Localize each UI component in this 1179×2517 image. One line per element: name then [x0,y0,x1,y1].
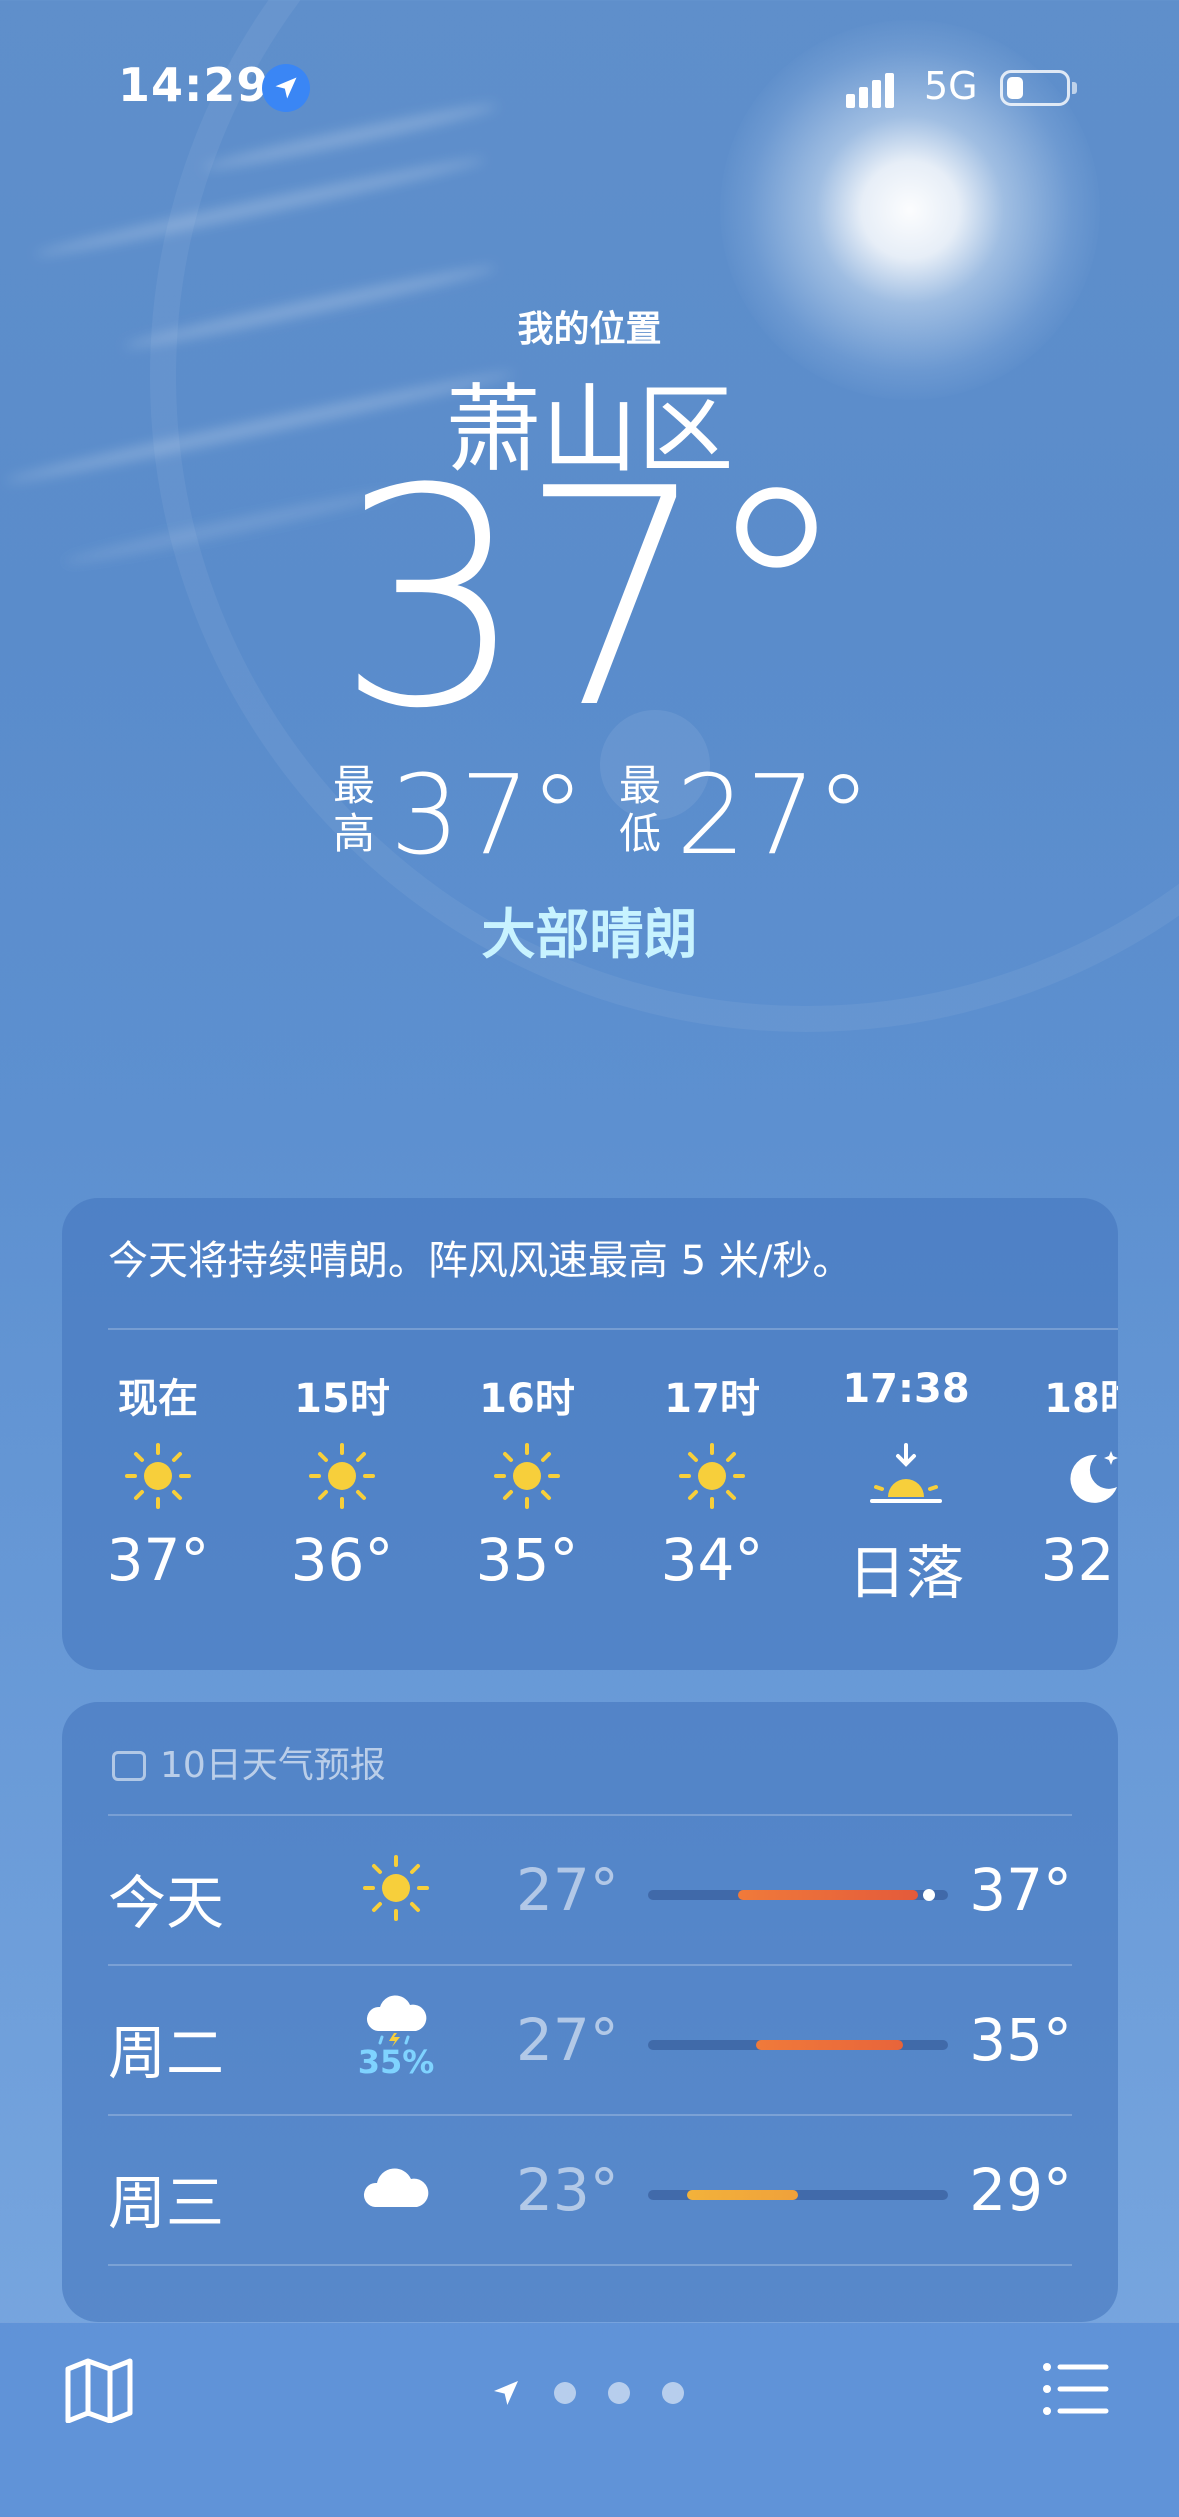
network-type: 5G [924,64,978,108]
forecast-low: 23° [516,2156,619,2224]
temperature-range-fill [756,2040,903,2050]
cloud-icon [336,2138,456,2238]
moon-stars-icon [1012,1426,1118,1526]
forecast-low: 27° [516,2006,619,2074]
sunset-icon [826,1426,986,1526]
temperature-range-bar [648,2190,948,2200]
ten-day-forecast-card[interactable]: 10日天气预报 今天 27° 37° 周二 35% 27° 35° 周三 23° [62,1702,1118,2322]
status-bar: 14:29 5G [0,58,1179,118]
temperature-range-bar [648,1889,948,1901]
page-dot[interactable] [608,2382,630,2404]
calendar-icon [112,1751,146,1781]
location-page-icon[interactable] [490,2377,522,2409]
low-temperature: 27° [676,751,871,879]
temperature-range-fill [738,1890,918,1900]
hourly-forecast-card[interactable]: 今天将持续晴朗。阵风风速最高 5 米/秒。 现在 37° 15时 36° 16时… [62,1198,1118,1670]
weather-summary: 今天将持续晴朗。阵风风速最高 5 米/秒。 [108,1238,853,1284]
forecast-row[interactable]: 周二 35% 27° 35° [108,1966,1072,2116]
forecast-title-text: 10日天气预报 [160,1745,386,1786]
location-services-icon [262,64,310,112]
list-icon[interactable] [1042,2361,1110,2421]
battery-icon [1000,70,1077,106]
thunderstorm-icon: 35% [336,1988,456,2088]
hourly-item: 15时 36° [262,1366,422,1594]
map-icon[interactable] [64,2357,134,2427]
high-label: 最高 [332,761,375,858]
forecast-day: 今天 [108,1869,225,1937]
hour-label: 17:38 [842,1366,970,1412]
sun-icon [336,1838,456,1938]
hourly-item: 17时 34° [632,1366,792,1594]
precipitation-chance: 35% [357,2043,435,2081]
sun-icon [447,1426,607,1526]
current-temperature: 37° [335,425,852,774]
forecast-day: 周三 [108,2169,225,2237]
hourly-item: 现在 37° [78,1366,238,1594]
hourly-item: 16时 35° [447,1366,607,1594]
hour-temperature: 35° [475,1526,579,1594]
forecast-row[interactable]: 今天 27° 37° [108,1816,1072,1966]
sun-icon [632,1426,792,1526]
hour-label: 17时 [664,1376,760,1422]
hour-label: 18时 [1044,1376,1118,1422]
divider [108,2264,1072,2266]
bottom-toolbar [0,2322,1179,2517]
hour-temperature: 34° [660,1526,764,1594]
hour-label: 16时 [479,1376,575,1422]
forecast-high: 29° [969,2156,1072,2224]
condition-text: 大部晴朗 [481,903,698,966]
low-label: 最低 [618,761,661,858]
divider [108,1328,1118,1330]
status-time: 14:29 [118,58,270,112]
page-indicator[interactable] [490,2377,684,2409]
hour-temperature: 日落 [847,1539,964,1607]
high-low-temperature: 最高 37° 最低 27° [0,760,1179,870]
forecast-day: 周二 [108,2019,225,2087]
forecast-high: 35° [969,2006,1072,2074]
temperature-range-bar [648,2040,948,2050]
hour-temperature: 32° [1040,1526,1118,1594]
hourly-item: 18时 32° [1012,1366,1118,1594]
hour-label: 15时 [294,1376,390,1422]
signal-strength-icon [846,73,894,108]
hour-temperature: 36° [290,1526,394,1594]
location-label: 我的位置 [517,309,662,350]
sun-icon [78,1426,238,1526]
forecast-row[interactable]: 周三 23° 29° [108,2116,1072,2266]
current-temperature-marker [923,1889,935,1901]
forecast-title: 10日天气预报 [112,1736,386,1788]
hour-label: 现在 [118,1376,198,1422]
sun-icon [262,1426,422,1526]
hourly-item: 17:38 日落 [826,1366,986,1610]
page-dot[interactable] [554,2382,576,2404]
forecast-low: 27° [516,1856,619,1924]
hour-temperature: 37° [106,1526,210,1594]
high-temperature: 37° [390,751,585,879]
forecast-high: 37° [969,1856,1072,1924]
page-dot[interactable] [662,2382,684,2404]
temperature-range-fill [687,2190,798,2200]
